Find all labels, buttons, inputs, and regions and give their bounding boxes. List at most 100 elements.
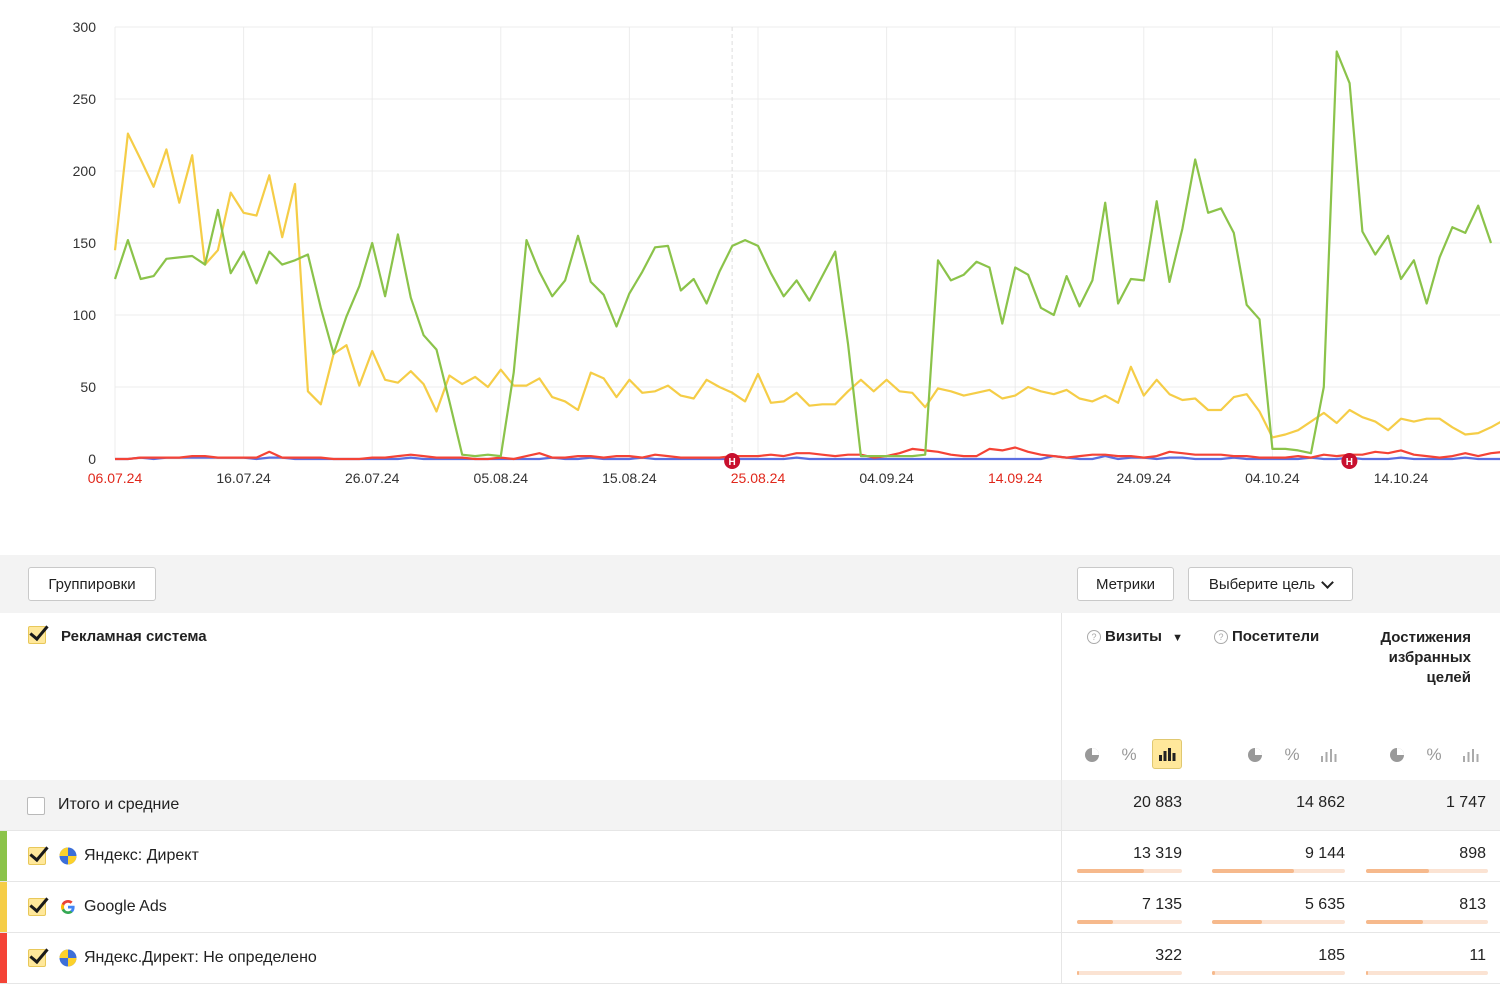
goals-share-fill — [1366, 869, 1429, 873]
x-tick-label: 25.08.24 — [731, 470, 786, 486]
visits-header-label: Визиты — [1105, 628, 1162, 645]
visits-column-header[interactable]: ? Визиты ▼ — [1087, 628, 1183, 645]
table-row[interactable]: Google Ads 7 135 5 635 813 — [0, 882, 1500, 933]
row-visitors: 9 144 — [1304, 845, 1345, 862]
goals-header-line: избранных — [1388, 649, 1471, 666]
total-goals: 1 747 — [1445, 794, 1486, 811]
visits-share-fill — [1077, 971, 1080, 975]
y-tick-label: 300 — [73, 19, 97, 35]
x-tick-label: 24.09.24 — [1117, 470, 1172, 486]
chevron-down-icon — [1321, 575, 1335, 589]
table-header: Рекламная система ? Визиты ▼ ? Посетители … — [0, 613, 1500, 780]
goals-header-line: целей — [1426, 669, 1471, 686]
pie-chart-icon[interactable] — [1382, 740, 1412, 770]
x-tick-label: 14.09.24 — [988, 470, 1043, 486]
goals-share-fill — [1366, 920, 1423, 924]
line-chart: 0 50 100 150 200 250 300 06.07.24 16.07.24 26.07.… — [0, 0, 1500, 555]
percent-icon[interactable]: % — [1419, 740, 1449, 770]
column-divider — [1061, 780, 1062, 830]
x-tick-label: 16.07.24 — [216, 470, 271, 486]
row-label: Google Ads — [84, 898, 167, 915]
pie-chart-icon[interactable] — [1240, 740, 1270, 770]
series-color-stripe — [0, 933, 7, 983]
bar-chart-icon[interactable] — [1314, 740, 1344, 770]
column-divider — [1061, 933, 1062, 983]
goals-header-line: Достижения — [1380, 629, 1471, 646]
event-marker-label: Н — [729, 457, 736, 468]
column-divider — [1061, 613, 1062, 780]
row-checkbox[interactable] — [28, 949, 46, 967]
help-icon[interactable]: ? — [1214, 630, 1228, 645]
visitors-share-fill — [1212, 971, 1215, 975]
series-line — [113, 132, 1500, 439]
bar-chart-icon[interactable] — [1152, 739, 1182, 769]
row-visitors: 185 — [1318, 947, 1345, 964]
yandex-direct-logo — [59, 847, 77, 865]
google-logo — [61, 900, 75, 914]
y-tick-label: 100 — [73, 307, 97, 323]
visits-share-bar — [1077, 869, 1182, 873]
x-tick-label: 04.09.24 — [859, 470, 914, 486]
total-checkbox[interactable] — [27, 797, 45, 815]
column-divider — [1061, 882, 1062, 932]
goals-share-fill — [1366, 971, 1369, 975]
row-goals: 11 — [1469, 947, 1486, 964]
visits-share-bar — [1077, 971, 1182, 975]
y-tick-label: 200 — [73, 163, 97, 179]
visits-share-fill — [1077, 869, 1144, 873]
event-marker-label: Н — [1346, 457, 1353, 468]
groupings-button[interactable]: Группировки — [28, 567, 156, 601]
total-visits: 20 883 — [1133, 794, 1182, 811]
chart-svg: 0 50 100 150 200 250 300 06.07.24 16.07.24 26.07.… — [73, 19, 1500, 486]
visitors-share-bar — [1212, 971, 1345, 975]
row-label: Яндекс.Директ: Не определено — [84, 949, 317, 966]
x-tick-label: 06.07.24 — [88, 470, 143, 486]
y-tick-label: 0 — [88, 451, 96, 467]
table-row[interactable]: Яндекс: Директ 13 319 9 144 898 — [0, 831, 1500, 882]
column-divider — [1061, 831, 1062, 881]
goal-select[interactable]: Выберите цель — [1188, 567, 1353, 601]
pie-chart-icon[interactable] — [1077, 740, 1107, 770]
visitors-share-bar — [1212, 869, 1345, 873]
visits-share-fill — [1077, 920, 1113, 924]
x-tick-label: 14.10.24 — [1374, 470, 1429, 486]
metrics-button[interactable]: Метрики — [1077, 567, 1174, 601]
total-row: Итого и средние 20 883 14 862 1 747 — [0, 780, 1500, 831]
series-color-stripe — [0, 882, 7, 932]
x-tick-label: 04.10.24 — [1245, 470, 1300, 486]
visitors-share-bar — [1212, 920, 1345, 924]
percent-icon[interactable]: % — [1277, 740, 1307, 770]
row-visits: 13 319 — [1133, 845, 1182, 862]
goal-select-label: Выберите цель — [1208, 575, 1316, 593]
visits-share-bar — [1077, 920, 1182, 924]
goals-share-bar — [1366, 869, 1488, 873]
table-row[interactable]: Яндекс.Директ: Не определено 322 185 11 — [0, 933, 1500, 984]
total-label: Итого и средние — [58, 796, 180, 813]
goals-share-bar — [1366, 971, 1488, 975]
visitors-column-header[interactable]: ? Посетители — [1214, 628, 1319, 645]
x-tick-label: 15.08.24 — [602, 470, 657, 486]
visitors-share-fill — [1212, 869, 1294, 873]
y-tick-label: 250 — [73, 91, 97, 107]
row-goals: 898 — [1459, 845, 1486, 862]
x-tick-label: 26.07.24 — [345, 470, 400, 486]
row-label: Яндекс: Директ — [84, 847, 199, 864]
y-tick-label: 50 — [80, 379, 96, 395]
row-checkbox[interactable] — [28, 847, 46, 865]
row-checkbox[interactable] — [28, 898, 46, 916]
row-visits: 322 — [1155, 947, 1182, 964]
series-color-stripe — [0, 831, 7, 881]
visitors-header-label: Посетители — [1232, 628, 1320, 645]
groupings-button-label: Группировки — [48, 575, 136, 593]
select-all-checkbox[interactable] — [28, 626, 46, 644]
total-visitors: 14 862 — [1296, 794, 1345, 811]
metrics-button-label: Метрики — [1095, 575, 1156, 593]
report-toolbar: Группировки Метрики Выберите цель — [0, 555, 1500, 613]
yandex-direct-logo — [59, 949, 77, 967]
bar-chart-icon[interactable] — [1456, 740, 1486, 770]
help-icon[interactable]: ? — [1087, 630, 1101, 645]
percent-icon[interactable]: % — [1114, 740, 1144, 770]
goals-column-header[interactable]: Достижения избранных целей — [1380, 628, 1471, 688]
visitors-share-fill — [1212, 920, 1263, 924]
series-line — [113, 50, 1493, 458]
